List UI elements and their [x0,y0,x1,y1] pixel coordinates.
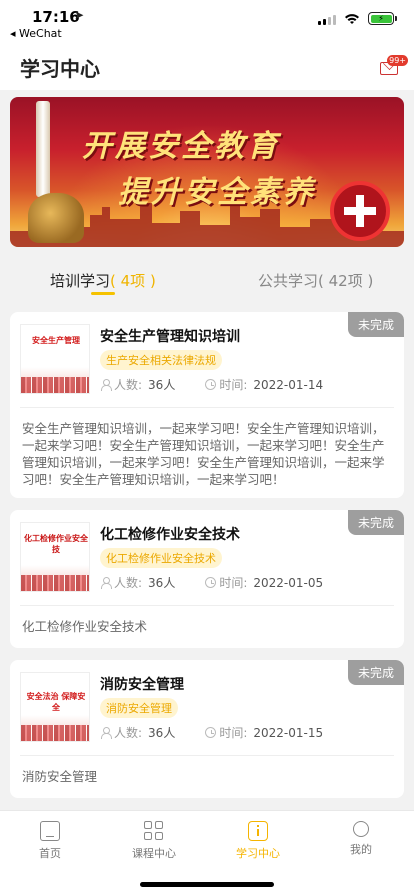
person-icon [100,727,112,739]
course-thumbnail: 安全法治 保障安全 [20,672,90,742]
divider [20,755,394,756]
page-title: 学习中心 [20,57,100,81]
person-icon [100,379,112,391]
clock-icon [205,727,217,738]
tabbar-courses-label: 课程中心 [132,847,176,860]
course-description: 安全生产管理知识培训，一起来学习吧！安全生产管理知识培训，一起来学习吧！安全生产… [22,421,385,487]
course-title: 化工检修作业安全技术 [100,527,240,543]
course-meta: 人数: 36人 时间: 2022-01-15 [100,724,323,741]
people-count: 36人 [148,576,176,590]
page-header: 学习中心 99+ [0,44,414,90]
tabbar-me-label: 我的 [350,843,372,856]
message-button[interactable]: 99+ [380,55,408,76]
study-icon [248,821,268,841]
course-tag: 消防安全管理 [100,698,178,718]
status-badge: 未完成 [347,510,404,535]
home-indicator [140,882,274,887]
people-label: 人数: [114,726,143,740]
person-icon [100,577,112,589]
status-time: 17:16 [32,8,80,26]
course-card[interactable]: 未完成 化工检修作业安全技 化工检修作业安全技术 化工检修作业安全技术 人数: … [10,510,404,648]
safety-banner[interactable]: 开展安全教育 提升安全素养 [10,97,404,247]
thumb-caption: 安全法治 保障安全 [26,692,86,712]
wifi-icon [345,13,359,24]
course-date: 2022-01-05 [253,575,324,590]
tabbar-me[interactable]: 我的 [321,821,401,857]
course-date: 2022-01-15 [253,725,324,740]
tabbar-study[interactable]: 学习中心 [218,821,298,861]
course-tag: 生产安全相关法律法规 [100,350,222,370]
divider [20,407,394,408]
course-description: 化工检修作业安全技术 [22,619,148,634]
back-to-wechat-link[interactable]: ◂ WeChat [10,27,62,40]
time-label: 时间: [219,726,248,740]
tab-public[interactable]: 公共学习( 42项 ) [258,270,373,291]
cellular-signal-icon [318,13,336,25]
home-icon [40,821,60,841]
thumb-caption: 安全生产管理 [32,336,80,345]
course-title: 安全生产管理知识培训 [100,329,240,345]
course-title: 消防安全管理 [100,677,184,693]
safety-cross-emblem [330,181,390,241]
status-badge: 未完成 [347,660,404,685]
people-label: 人数: [114,576,143,590]
active-tab-indicator [91,292,115,295]
people-label: 人数: [114,378,143,392]
banner-slogan-2: 提升安全素养 [118,175,316,210]
huabiao-pillar-image [36,101,50,197]
tab-public-label: 公共学习 [258,272,319,290]
course-tag: 化工检修作业安全技术 [100,548,222,568]
course-meta: 人数: 36人 时间: 2022-01-14 [100,376,323,393]
tab-training-label: 培训学习 [50,272,111,290]
stone-lion-image [28,193,84,243]
course-description: 消防安全管理 [22,769,98,784]
study-tabs: 培训学习( 4项 ) 公共学习( 42项 ) [0,258,414,302]
people-count: 36人 [148,378,176,392]
course-meta: 人数: 36人 时间: 2022-01-05 [100,574,323,591]
time-label: 时间: [219,378,248,392]
grid-icon [144,821,164,841]
tabbar-home-label: 首页 [39,847,61,860]
tab-training[interactable]: 培训学习( 4项 ) [50,270,156,291]
course-date: 2022-01-14 [253,377,324,392]
status-bar: 17:16 ➤ ◂ WeChat ⚡ [0,0,414,44]
status-badge: 未完成 [347,312,404,337]
system-indicators: ⚡ [318,12,397,25]
tabbar-study-label: 学习中心 [236,847,280,860]
banner-slogan-1: 开展安全教育 [82,129,280,164]
message-badge: 99+ [387,55,408,66]
course-card[interactable]: 未完成 安全生产管理 安全生产管理知识培训 生产安全相关法律法规 人数: 36人… [10,312,404,498]
thumb-caption: 化工检修作业安全技 [24,534,88,554]
location-arrow-icon: ➤ [74,8,85,22]
course-thumbnail: 安全生产管理 [20,324,90,394]
clock-icon [205,577,217,588]
people-count: 36人 [148,726,176,740]
user-icon [353,821,369,837]
clock-icon [205,379,217,390]
time-label: 时间: [219,576,248,590]
battery-icon: ⚡ [368,12,397,25]
course-card[interactable]: 未完成 安全法治 保障安全 消防安全管理 消防安全管理 人数: 36人 时间: … [10,660,404,798]
divider [20,605,394,606]
tabbar-courses[interactable]: 课程中心 [114,821,194,861]
tabbar-home[interactable]: 首页 [10,821,90,861]
tab-training-count: ( 4项 ) [110,272,156,290]
course-thumbnail: 化工检修作业安全技 [20,522,90,592]
tab-public-count: ( 42项 ) [318,272,374,290]
